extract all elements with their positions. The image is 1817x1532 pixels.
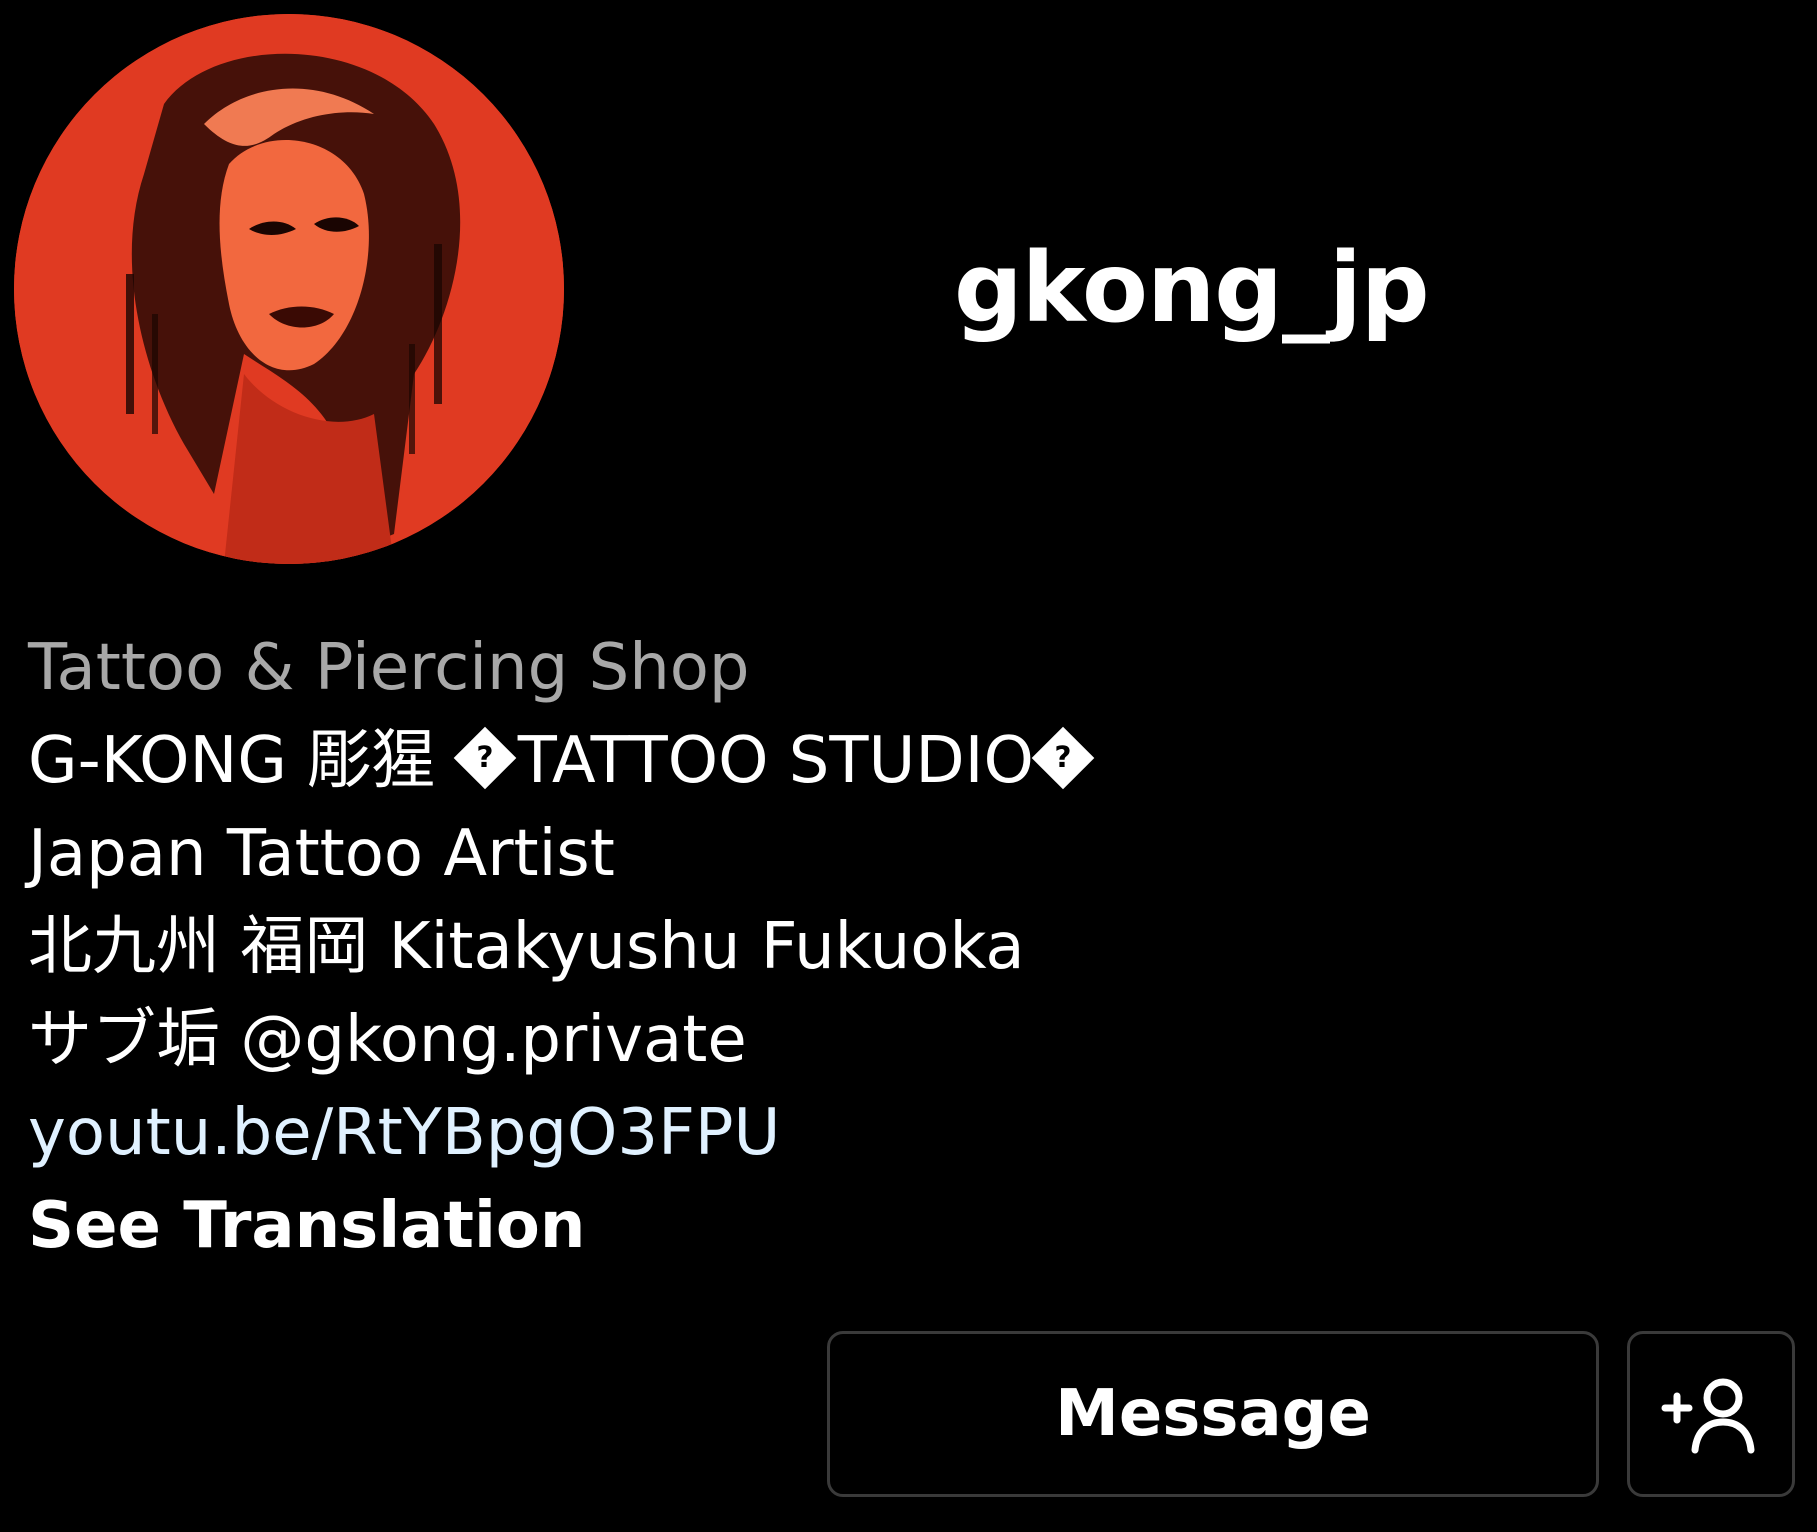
bio-artist: Japan Tattoo Artist (28, 817, 615, 891)
profile-username: gkong_jp (954, 232, 1430, 344)
message-button[interactable]: Message (827, 1331, 1599, 1497)
bio-location: 北九州 福岡 Kitakyushu Fukuoka (28, 910, 1025, 984)
unknown-glyph-icon: ? (453, 727, 516, 790)
bio-link[interactable]: youtu.be/RtYBpgO3FPU (28, 1087, 1528, 1180)
avatar-portrait-image (14, 14, 564, 564)
profile-bio: Tattoo & Piercing Shop G-KONG 彫猩 ? TATTOO… (28, 622, 1528, 1273)
bio-category: Tattoo & Piercing Shop (28, 631, 750, 705)
add-friend-button[interactable] (1627, 1331, 1795, 1497)
bio-studio-main: TATTOO STUDIO (517, 724, 1034, 798)
unknown-glyph-icon: ? (1031, 727, 1095, 790)
bio-sub-account[interactable]: サブ垢 @gkong.private (28, 994, 1528, 1087)
bio-studio-name: G-KONG 彫猩 ? TATTOO STUDIO? (28, 715, 1528, 808)
bio-studio-prefix: G-KONG 彫猩 (28, 724, 456, 798)
message-button-label: Message (1055, 1377, 1371, 1451)
add-person-icon (1661, 1378, 1755, 1454)
see-translation-link[interactable]: See Translation (28, 1180, 1528, 1273)
profile-avatar[interactable] (14, 14, 564, 564)
